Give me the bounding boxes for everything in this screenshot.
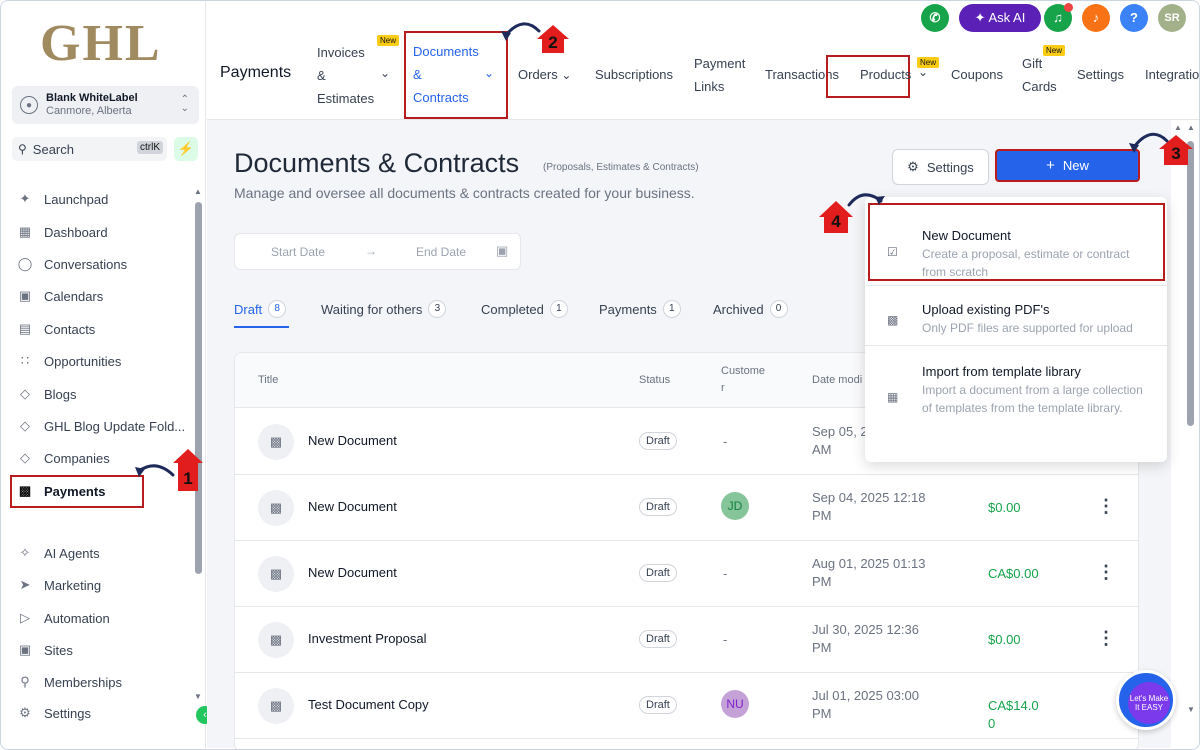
annotation-badge-1: 1 — [173, 463, 203, 491]
annotation-badge-4: 4 — [821, 206, 851, 234]
arrow-4 — [847, 193, 883, 207]
badge-number: 1 — [183, 469, 193, 488]
chat-widget-button[interactable]: Let's Make It EASY — [1116, 670, 1176, 730]
badge-number: 3 — [1171, 144, 1181, 163]
annotation-arrows — [135, 22, 1193, 491]
badge-number: 4 — [831, 212, 841, 231]
chat-widget-logo: Let's Make It EASY — [1128, 682, 1170, 724]
arrow-1 — [137, 464, 175, 477]
badge-number: 2 — [548, 33, 558, 52]
app-window: GHL ● Blank WhiteLabel Canmore, Alberta … — [0, 0, 1200, 750]
annotation-badge-3: 3 — [1161, 138, 1191, 166]
annotation-badge-2: 2 — [538, 27, 568, 55]
arrow-2 — [504, 22, 541, 37]
